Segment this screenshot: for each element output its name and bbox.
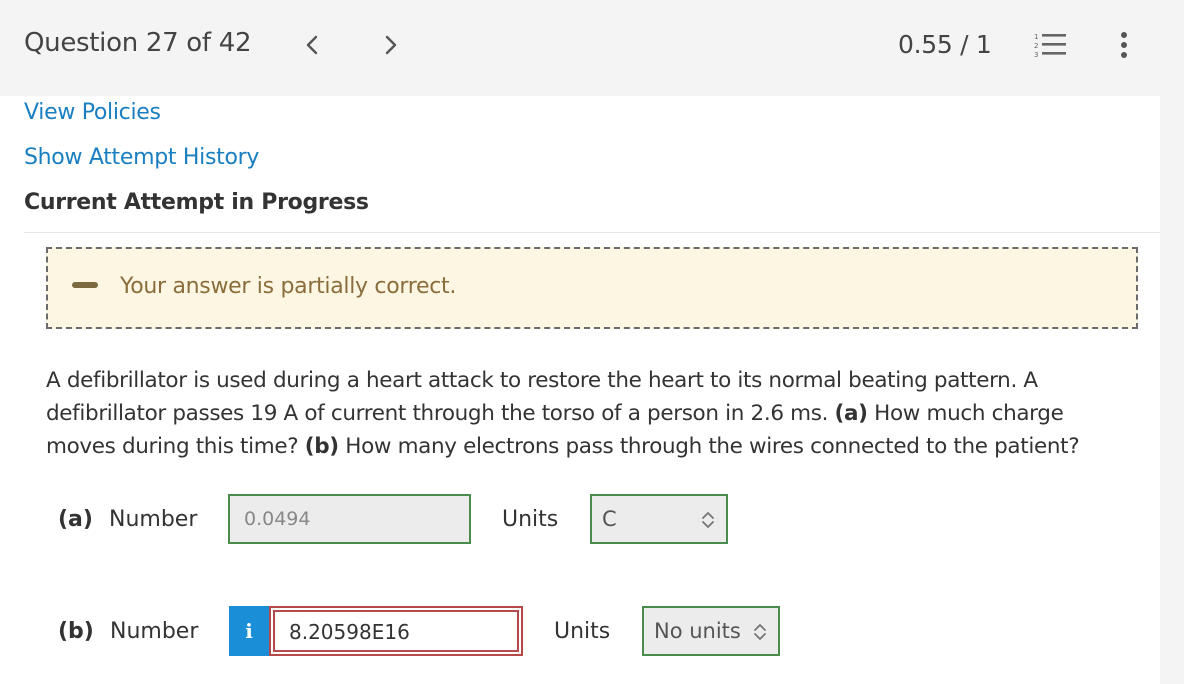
more-vertical-icon bbox=[1121, 32, 1127, 58]
question-text-part-b: How many electrons pass through the wire… bbox=[338, 434, 1080, 459]
part-a-number-input[interactable]: 0.0494 bbox=[228, 494, 471, 544]
score-display: 0.55 / 1 bbox=[898, 30, 992, 59]
question-counter: Question 27 of 42 bbox=[24, 28, 252, 58]
info-icon: i bbox=[245, 619, 253, 643]
svg-text:2: 2 bbox=[1034, 42, 1038, 50]
chevron-left-icon bbox=[306, 35, 318, 55]
divider bbox=[24, 232, 1160, 233]
select-chevron-icon bbox=[754, 624, 766, 640]
part-a-units-value: C bbox=[602, 507, 617, 531]
chevron-right-icon bbox=[385, 35, 397, 55]
partial-dash-icon bbox=[72, 282, 98, 288]
show-attempt-history-link[interactable]: Show Attempt History bbox=[24, 145, 259, 170]
svg-text:3: 3 bbox=[1034, 51, 1038, 59]
question-part-a-tag: (a) bbox=[834, 401, 868, 426]
part-a-units-select[interactable]: C bbox=[590, 494, 728, 544]
view-policies-link[interactable]: View Policies bbox=[24, 100, 161, 125]
attempt-status-heading: Current Attempt in Progress bbox=[24, 190, 369, 215]
svg-text:1: 1 bbox=[1034, 33, 1038, 41]
part-b-label: (b) bbox=[58, 619, 94, 644]
question-text: A defibrillator is used during a heart a… bbox=[46, 364, 1136, 463]
next-question-button[interactable] bbox=[379, 30, 403, 60]
question-panel: View Policies Show Attempt History Curre… bbox=[0, 96, 1160, 684]
info-button[interactable]: i bbox=[229, 606, 269, 656]
part-b-units-select[interactable]: No units bbox=[642, 606, 780, 656]
part-b-number-input[interactable]: 8.20598E16 bbox=[273, 610, 519, 652]
top-bar: Question 27 of 42 0.55 / 1 1 2 3 bbox=[0, 0, 1184, 96]
feedback-message: Your answer is partially correct. bbox=[120, 274, 457, 299]
question-list-button[interactable]: 1 2 3 bbox=[1034, 30, 1068, 60]
feedback-banner: Your answer is partially correct. bbox=[46, 247, 1138, 329]
part-b-input-wrapper: 8.20598E16 bbox=[269, 606, 523, 656]
part-a-number-label: Number bbox=[109, 507, 198, 532]
part-a-units-label: Units bbox=[502, 507, 559, 532]
previous-question-button[interactable] bbox=[300, 30, 324, 60]
part-b-units-label: Units bbox=[554, 619, 611, 644]
question-part-b-tag: (b) bbox=[304, 434, 339, 459]
part-a-label: (a) bbox=[58, 507, 93, 532]
part-b-units-value: No units bbox=[654, 619, 741, 643]
numbered-list-icon: 1 2 3 bbox=[1034, 33, 1066, 59]
more-options-button[interactable] bbox=[1114, 30, 1134, 60]
select-chevron-icon bbox=[702, 512, 714, 528]
part-b-number-label: Number bbox=[110, 619, 199, 644]
